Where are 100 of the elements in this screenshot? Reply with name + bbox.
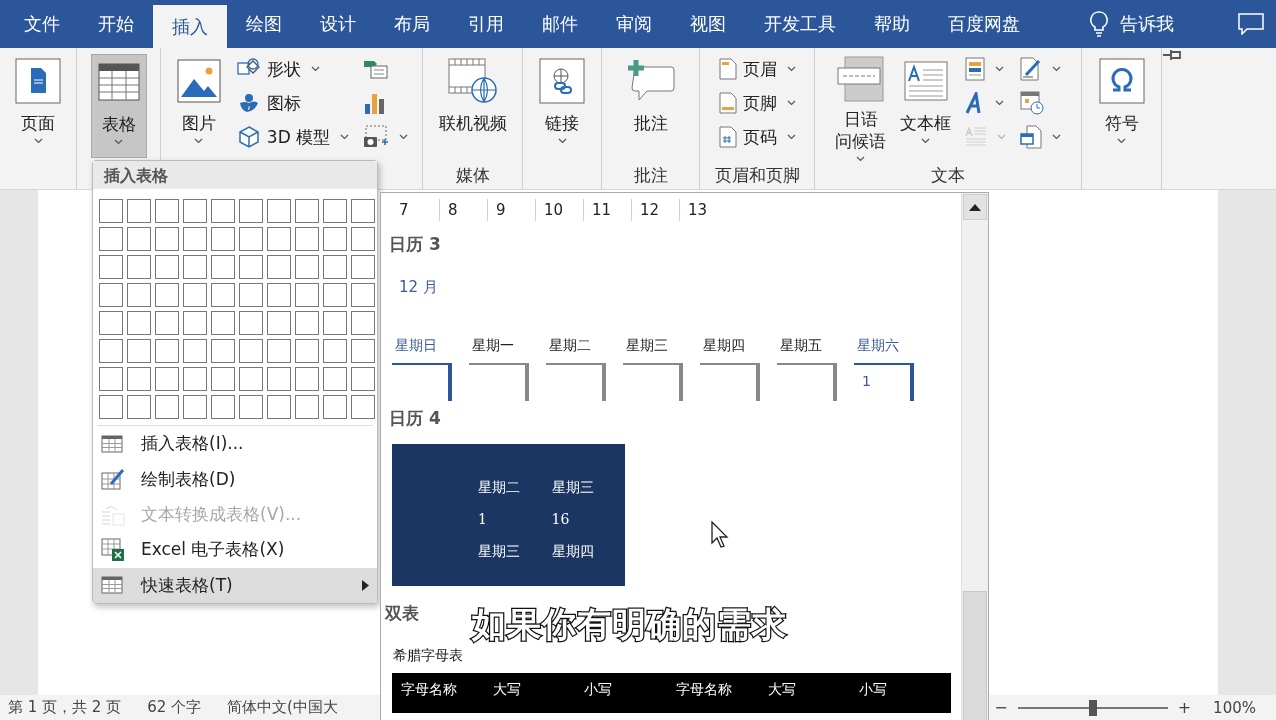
gallery-section-title[interactable]: 双表 xyxy=(385,602,419,625)
grid-cell[interactable] xyxy=(351,255,375,279)
ribbon-tab[interactable]: 开始 xyxy=(79,0,153,48)
picture-button[interactable]: 图片 xyxy=(170,54,227,158)
grid-cell[interactable] xyxy=(351,283,375,307)
ribbon-tab[interactable]: 审阅 xyxy=(597,0,671,48)
grid-cell[interactable] xyxy=(183,395,207,419)
grid-cell[interactable] xyxy=(295,199,319,223)
grid-cell[interactable] xyxy=(267,255,291,279)
gallery-section-title[interactable]: 日历 4 xyxy=(389,407,441,430)
grid-cell[interactable] xyxy=(155,339,179,363)
symbol-button[interactable]: 符号 xyxy=(1093,54,1150,158)
grid-cell[interactable] xyxy=(323,367,347,391)
ribbon-tab[interactable]: 邮件 xyxy=(523,0,597,48)
grid-cell[interactable] xyxy=(211,227,235,251)
grid-cell[interactable] xyxy=(267,283,291,307)
grid-cell[interactable] xyxy=(211,367,235,391)
grid-cell[interactable] xyxy=(211,311,235,335)
grid-cell[interactable] xyxy=(211,283,235,307)
grid-cell[interactable] xyxy=(155,255,179,279)
grid-cell[interactable] xyxy=(99,227,123,251)
ribbon-tab[interactable]: 引用 xyxy=(449,0,523,48)
grid-cell[interactable] xyxy=(267,199,291,223)
grid-cell[interactable] xyxy=(267,339,291,363)
comment-button[interactable]: 批注 xyxy=(622,54,679,158)
grid-cell[interactable] xyxy=(239,395,263,419)
grid-cell[interactable] xyxy=(99,199,123,223)
grid-cell[interactable] xyxy=(267,395,291,419)
grid-cell[interactable] xyxy=(323,199,347,223)
grid-cell[interactable] xyxy=(323,339,347,363)
grid-cell[interactable] xyxy=(267,367,291,391)
grid-cell[interactable] xyxy=(155,199,179,223)
cover-page-button[interactable]: 页面 xyxy=(10,54,66,158)
ribbon-tab[interactable]: 帮助 xyxy=(855,0,929,48)
grid-cell[interactable] xyxy=(323,395,347,419)
pin-icon[interactable] xyxy=(1162,48,1184,62)
text-box-button[interactable]: 文本框 xyxy=(896,54,955,158)
grid-cell[interactable] xyxy=(295,395,319,419)
scrollbar-thumb[interactable] xyxy=(963,591,987,720)
grid-cell[interactable] xyxy=(183,311,207,335)
grid-cell[interactable] xyxy=(127,199,151,223)
grid-cell[interactable] xyxy=(155,395,179,419)
grid-cell[interactable] xyxy=(127,227,151,251)
grid-cell[interactable] xyxy=(267,311,291,335)
table-button[interactable]: 表格 xyxy=(90,54,147,158)
zoom-out-button[interactable]: − xyxy=(994,698,1008,717)
ribbon-tab[interactable]: 设计 xyxy=(301,0,375,48)
grid-cell[interactable] xyxy=(183,339,207,363)
grid-cell[interactable] xyxy=(323,311,347,335)
ribbon-tab[interactable]: 视图 xyxy=(671,0,745,48)
grid-cell[interactable] xyxy=(295,227,319,251)
link-button[interactable]: 链接 xyxy=(534,54,590,158)
grid-cell[interactable] xyxy=(295,367,319,391)
ribbon-tab[interactable]: 绘图 xyxy=(227,0,301,48)
grid-cell[interactable] xyxy=(351,395,375,419)
online-video-button[interactable]: 联机视频 xyxy=(434,54,511,158)
grid-cell[interactable] xyxy=(211,255,235,279)
grid-cell[interactable] xyxy=(155,367,179,391)
grid-cell[interactable] xyxy=(127,311,151,335)
grid-cell[interactable] xyxy=(323,227,347,251)
grid-cell[interactable] xyxy=(127,255,151,279)
header-button[interactable]: 页眉 xyxy=(714,54,800,84)
ribbon-tab[interactable]: 开发工具 xyxy=(745,0,855,48)
grid-cell[interactable] xyxy=(351,367,375,391)
ribbon-tab[interactable]: 百度网盘 xyxy=(929,0,1039,48)
menu-item[interactable]: 快速表格(T) xyxy=(93,567,377,604)
scroll-up-button[interactable] xyxy=(963,194,987,220)
grid-cell[interactable] xyxy=(155,311,179,335)
grid-cell[interactable] xyxy=(239,311,263,335)
grid-cell[interactable] xyxy=(351,339,375,363)
grid-cell[interactable] xyxy=(295,255,319,279)
grid-cell[interactable] xyxy=(183,367,207,391)
grid-cell[interactable] xyxy=(239,339,263,363)
tell-me-button[interactable]: 告诉我 xyxy=(1120,0,1174,48)
grid-cell[interactable] xyxy=(323,255,347,279)
grid-cell[interactable] xyxy=(127,367,151,391)
grid-cell[interactable] xyxy=(323,283,347,307)
grid-cell[interactable] xyxy=(99,311,123,335)
ribbon-tab[interactable]: 布局 xyxy=(375,0,449,48)
grid-cell[interactable] xyxy=(183,283,207,307)
grid-cell[interactable] xyxy=(99,367,123,391)
grid-cell[interactable] xyxy=(267,227,291,251)
page-number-button[interactable]: 页码 xyxy=(714,122,800,152)
grid-cell[interactable] xyxy=(351,311,375,335)
grid-cell[interactable] xyxy=(183,255,207,279)
grid-cell[interactable] xyxy=(295,339,319,363)
grid-cell[interactable] xyxy=(239,199,263,223)
grid-cell[interactable] xyxy=(99,339,123,363)
greeting-button[interactable]: 日语 问候语 xyxy=(831,54,890,158)
3d-model-button[interactable]: 3D 模型 xyxy=(232,122,354,152)
grid-cell[interactable] xyxy=(183,199,207,223)
grid-cell[interactable] xyxy=(99,283,123,307)
grid-cell[interactable] xyxy=(99,255,123,279)
menu-item[interactable]: 绘制表格(D) xyxy=(93,461,377,497)
grid-cell[interactable] xyxy=(155,283,179,307)
grid-cell[interactable] xyxy=(211,339,235,363)
grid-cell[interactable] xyxy=(127,283,151,307)
grid-cell[interactable] xyxy=(239,367,263,391)
grid-cell[interactable] xyxy=(211,395,235,419)
menu-item[interactable]: Excel 电子表格(X) xyxy=(93,532,377,568)
